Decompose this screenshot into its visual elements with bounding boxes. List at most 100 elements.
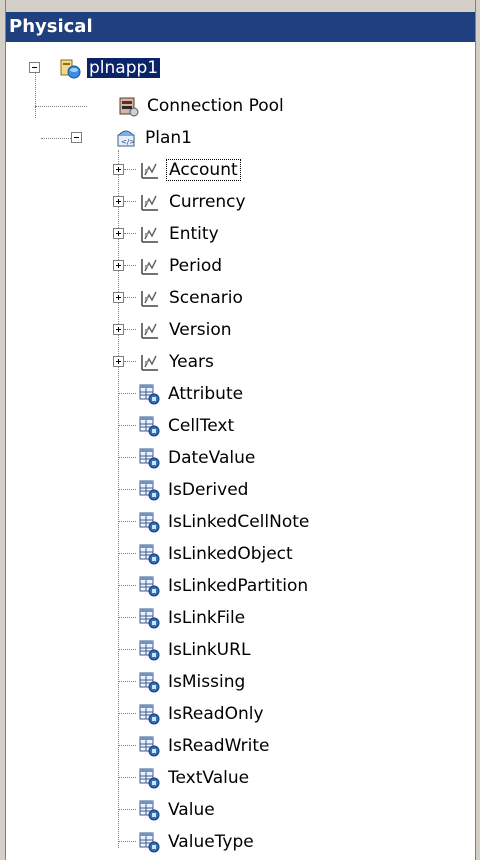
tree-line bbox=[118, 521, 136, 522]
collapse-toggle[interactable] bbox=[29, 62, 40, 73]
table-icon bbox=[139, 736, 160, 757]
dimension-icon bbox=[141, 291, 158, 307]
tree-node-table[interactable]: IsLinkFile bbox=[118, 602, 247, 634]
tree-node-table[interactable]: IsMissing bbox=[118, 666, 247, 698]
tree-node-dimension[interactable]: Currency bbox=[113, 186, 248, 218]
expand-toggle[interactable] bbox=[113, 356, 124, 367]
tree-line bbox=[118, 841, 136, 842]
expand-toggle[interactable] bbox=[113, 292, 124, 303]
table-icon bbox=[139, 704, 160, 725]
physical-tree: plnapp1 Connection Pool </> Plan1 Accoun… bbox=[5, 42, 476, 860]
svg-text:</>: </> bbox=[121, 138, 135, 146]
tree-node-table[interactable]: IsLinkedObject bbox=[118, 538, 295, 570]
tree-node-table[interactable]: IsReadWrite bbox=[118, 730, 271, 762]
dimension-icon bbox=[141, 227, 158, 243]
table-icon bbox=[139, 480, 160, 501]
panel-title: Physical bbox=[5, 12, 476, 42]
tree-node-label: IsReadWrite bbox=[168, 736, 270, 756]
table-icon bbox=[139, 512, 160, 533]
tree-node-label: IsLinkURL bbox=[168, 640, 251, 660]
tree-node-table[interactable]: Attribute bbox=[118, 378, 245, 410]
tree-line bbox=[118, 809, 136, 810]
tree-line bbox=[118, 457, 136, 458]
tree-line bbox=[118, 489, 136, 490]
tree-node-label: ValueType bbox=[168, 832, 254, 852]
tree-node-label: TextValue bbox=[168, 768, 250, 788]
dimension-icon bbox=[141, 195, 158, 211]
tree-line bbox=[118, 617, 136, 618]
physical-layer-panel: Physical plnapp1 Connection Pool </> Pla… bbox=[0, 0, 480, 860]
tree-line bbox=[124, 169, 136, 170]
tree-line bbox=[118, 393, 136, 394]
tree-node-label: Plan1 bbox=[145, 128, 192, 148]
tree-node-dimension[interactable]: Period bbox=[113, 250, 224, 282]
tree-node-dimension[interactable]: Version bbox=[113, 314, 234, 346]
tree-node-table[interactable]: TextValue bbox=[118, 762, 251, 794]
tree-node-dimension[interactable]: Scenario bbox=[113, 282, 245, 314]
tree-node-table[interactable]: IsReadOnly bbox=[118, 698, 266, 730]
tree-line bbox=[118, 425, 136, 426]
tree-node-label: CellText bbox=[168, 416, 235, 436]
tree-line bbox=[118, 777, 136, 778]
tree-node-table[interactable]: Value bbox=[118, 794, 217, 826]
tree-line bbox=[35, 106, 87, 107]
tree-line bbox=[124, 297, 136, 298]
tree-node-label: IsDerived bbox=[168, 480, 249, 500]
table-icon bbox=[139, 416, 160, 437]
table-icon bbox=[139, 384, 160, 405]
schema-icon: </> bbox=[117, 130, 135, 147]
tree-node-label: Account bbox=[166, 159, 241, 181]
table-icon bbox=[139, 640, 160, 661]
tree-node-label: Currency bbox=[169, 192, 246, 212]
tree-node-table[interactable]: CellText bbox=[118, 410, 236, 442]
tree-node-label: Attribute bbox=[168, 384, 244, 404]
tree-node-label: IsLinkedObject bbox=[168, 544, 293, 564]
tree-node-label: Period bbox=[169, 256, 223, 276]
collapse-toggle[interactable] bbox=[71, 132, 82, 143]
expand-toggle[interactable] bbox=[113, 228, 124, 239]
tree-node-dimension[interactable]: Years bbox=[113, 346, 216, 378]
tree-line bbox=[124, 361, 136, 362]
tree-node-label: Entity bbox=[169, 224, 219, 244]
tree-node-table[interactable]: ValueType bbox=[118, 826, 256, 858]
tree-node-dimension[interactable]: Entity bbox=[113, 218, 221, 250]
panel-top-strip bbox=[5, 0, 476, 12]
dimension-icon bbox=[141, 323, 158, 339]
tree-node-label: Connection Pool bbox=[147, 96, 284, 116]
tree-node-table[interactable]: IsLinkedPartition bbox=[118, 570, 310, 602]
tree-node-connection-pool[interactable]: Connection Pool bbox=[117, 90, 286, 122]
expand-toggle[interactable] bbox=[113, 164, 124, 175]
tree-node-label: Years bbox=[169, 352, 214, 372]
tree-line bbox=[118, 585, 136, 586]
tree-node-label: Scenario bbox=[169, 288, 243, 308]
tree-node-label: Value bbox=[168, 800, 215, 820]
tree-node-table[interactable]: IsDerived bbox=[118, 474, 250, 506]
tree-line bbox=[118, 745, 136, 746]
tree-line bbox=[118, 713, 136, 714]
tree-node-plan[interactable]: </> Plan1 bbox=[71, 122, 194, 154]
tree-line bbox=[124, 233, 136, 234]
expand-toggle[interactable] bbox=[113, 196, 124, 207]
table-icon bbox=[139, 608, 160, 629]
tree-node-dimension[interactable]: Account bbox=[113, 154, 241, 186]
database-app-icon bbox=[60, 59, 81, 79]
expand-toggle[interactable] bbox=[113, 324, 124, 335]
table-icon bbox=[139, 544, 160, 565]
tree-line bbox=[118, 681, 136, 682]
tree-node-label: plnapp1 bbox=[87, 58, 161, 78]
tree-node-label: IsReadOnly bbox=[168, 704, 264, 724]
table-icon bbox=[139, 672, 160, 693]
tree-node-table[interactable]: IsLinkedCellNote bbox=[118, 506, 311, 538]
tree-line bbox=[124, 265, 136, 266]
table-icon bbox=[139, 768, 160, 789]
tree-node-root[interactable]: plnapp1 bbox=[29, 52, 161, 84]
tree-node-table[interactable]: IsLinkURL bbox=[118, 634, 252, 666]
table-icon bbox=[139, 800, 160, 821]
tree-node-label: DateValue bbox=[168, 448, 256, 468]
tree-node-table[interactable]: DateValue bbox=[118, 442, 257, 474]
tree-line bbox=[124, 201, 136, 202]
tree-line bbox=[118, 553, 136, 554]
tree-line bbox=[118, 649, 136, 650]
table-icon bbox=[139, 576, 160, 597]
expand-toggle[interactable] bbox=[113, 260, 124, 271]
